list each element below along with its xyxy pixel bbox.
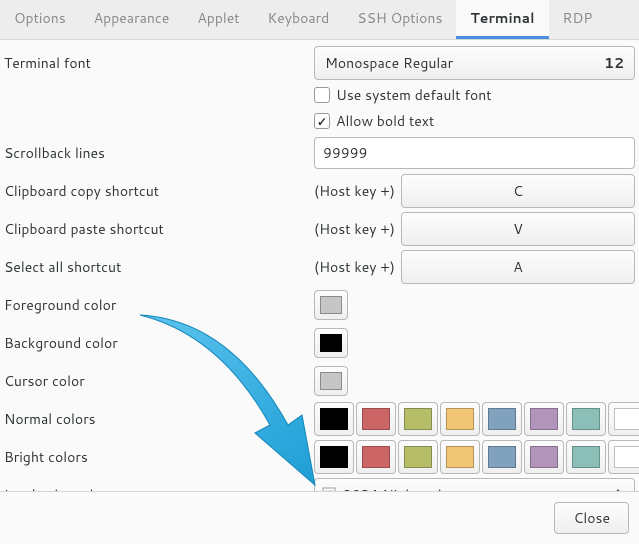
paste-shortcut-label: Clipboard paste shortcut	[4, 219, 314, 239]
color-swatch	[362, 408, 390, 430]
content-area: Terminal font Monospace Regular 12 Use s…	[0, 40, 639, 491]
bright-colors-label: Bright colors	[4, 447, 314, 467]
tab-appearance[interactable]: Appearance	[80, 0, 184, 39]
cursor-color-button[interactable]	[314, 366, 348, 396]
color-swatch	[488, 446, 516, 468]
hostkey-text: (Host key +)	[314, 181, 395, 201]
normal-color-6[interactable]	[566, 402, 606, 436]
normal-color-7[interactable]	[608, 402, 639, 436]
foreground-color-button[interactable]	[314, 290, 348, 320]
color-swatch	[404, 446, 432, 468]
color-scheme-chooser[interactable]: 3024 Night.colors	[314, 478, 635, 491]
checkbox-icon	[314, 87, 330, 103]
bright-color-5[interactable]	[524, 440, 564, 474]
bright-palette	[314, 440, 639, 474]
color-swatch	[614, 446, 639, 468]
color-swatch	[404, 408, 432, 430]
tab-keyboard[interactable]: Keyboard	[254, 0, 344, 39]
paste-key-button[interactable]: V	[401, 212, 635, 246]
normal-color-1[interactable]	[356, 402, 396, 436]
font-chooser-button[interactable]: Monospace Regular 12	[314, 46, 635, 80]
bright-color-0[interactable]	[314, 440, 354, 474]
color-swatch	[572, 408, 600, 430]
bright-color-6[interactable]	[566, 440, 606, 474]
color-swatch	[320, 296, 342, 314]
font-name: Monospace Regular	[325, 53, 453, 73]
normal-color-3[interactable]	[440, 402, 480, 436]
color-swatch	[320, 408, 348, 430]
normal-color-0[interactable]	[314, 402, 354, 436]
allow-bold-checkbox[interactable]: Allow bold text	[314, 108, 434, 134]
tab-applet[interactable]: Applet	[183, 0, 253, 39]
background-color-label: Background color	[4, 333, 314, 353]
dialog-footer: Close	[0, 491, 639, 544]
upload-icon	[608, 485, 628, 491]
use-system-font-label: Use system default font	[336, 85, 492, 105]
select-all-label: Select all shortcut	[4, 257, 314, 277]
allow-bold-label: Allow bold text	[336, 111, 434, 131]
tab-ssh-options[interactable]: SSH Options	[343, 0, 456, 39]
tab-rdp[interactable]: RDP	[549, 0, 607, 39]
bright-color-2[interactable]	[398, 440, 438, 474]
tab-bar: Options Appearance Applet Keyboard SSH O…	[0, 0, 639, 40]
color-swatch	[488, 408, 516, 430]
checkbox-icon	[314, 113, 330, 129]
color-swatch	[320, 446, 348, 468]
color-swatch	[446, 446, 474, 468]
scrollback-input[interactable]: 99999	[314, 137, 635, 169]
use-system-font-checkbox[interactable]: Use system default font	[314, 82, 492, 108]
close-button[interactable]: Close	[554, 502, 629, 534]
file-icon	[321, 487, 337, 491]
scrollback-label: Scrollback lines	[4, 143, 314, 163]
bright-color-3[interactable]	[440, 440, 480, 474]
bright-color-1[interactable]	[356, 440, 396, 474]
color-swatch	[530, 446, 558, 468]
color-swatch	[320, 372, 342, 390]
normal-color-2[interactable]	[398, 402, 438, 436]
hostkey-text: (Host key +)	[314, 257, 395, 277]
color-swatch	[446, 408, 474, 430]
foreground-color-label: Foreground color	[4, 295, 314, 315]
cursor-color-label: Cursor color	[4, 371, 314, 391]
copy-shortcut-label: Clipboard copy shortcut	[4, 181, 314, 201]
scheme-file-name: 3024 Night.colors	[343, 485, 602, 491]
tab-options[interactable]: Options	[0, 0, 80, 39]
bright-color-7[interactable]	[608, 440, 639, 474]
background-color-button[interactable]	[314, 328, 348, 358]
normal-color-5[interactable]	[524, 402, 564, 436]
normal-color-4[interactable]	[482, 402, 522, 436]
select-all-key-button[interactable]: A	[401, 250, 635, 284]
color-swatch	[530, 408, 558, 430]
normal-palette	[314, 402, 639, 436]
color-swatch	[320, 334, 342, 352]
color-swatch	[362, 446, 390, 468]
terminal-font-label: Terminal font	[4, 53, 314, 73]
load-color-scheme-label: Load color scheme	[4, 485, 314, 491]
font-size: 12	[604, 53, 624, 73]
color-swatch	[614, 408, 639, 430]
normal-colors-label: Normal colors	[4, 409, 314, 429]
color-swatch	[572, 446, 600, 468]
hostkey-text: (Host key +)	[314, 219, 395, 239]
tab-terminal[interactable]: Terminal	[456, 0, 548, 39]
bright-color-4[interactable]	[482, 440, 522, 474]
copy-key-button[interactable]: C	[401, 174, 635, 208]
